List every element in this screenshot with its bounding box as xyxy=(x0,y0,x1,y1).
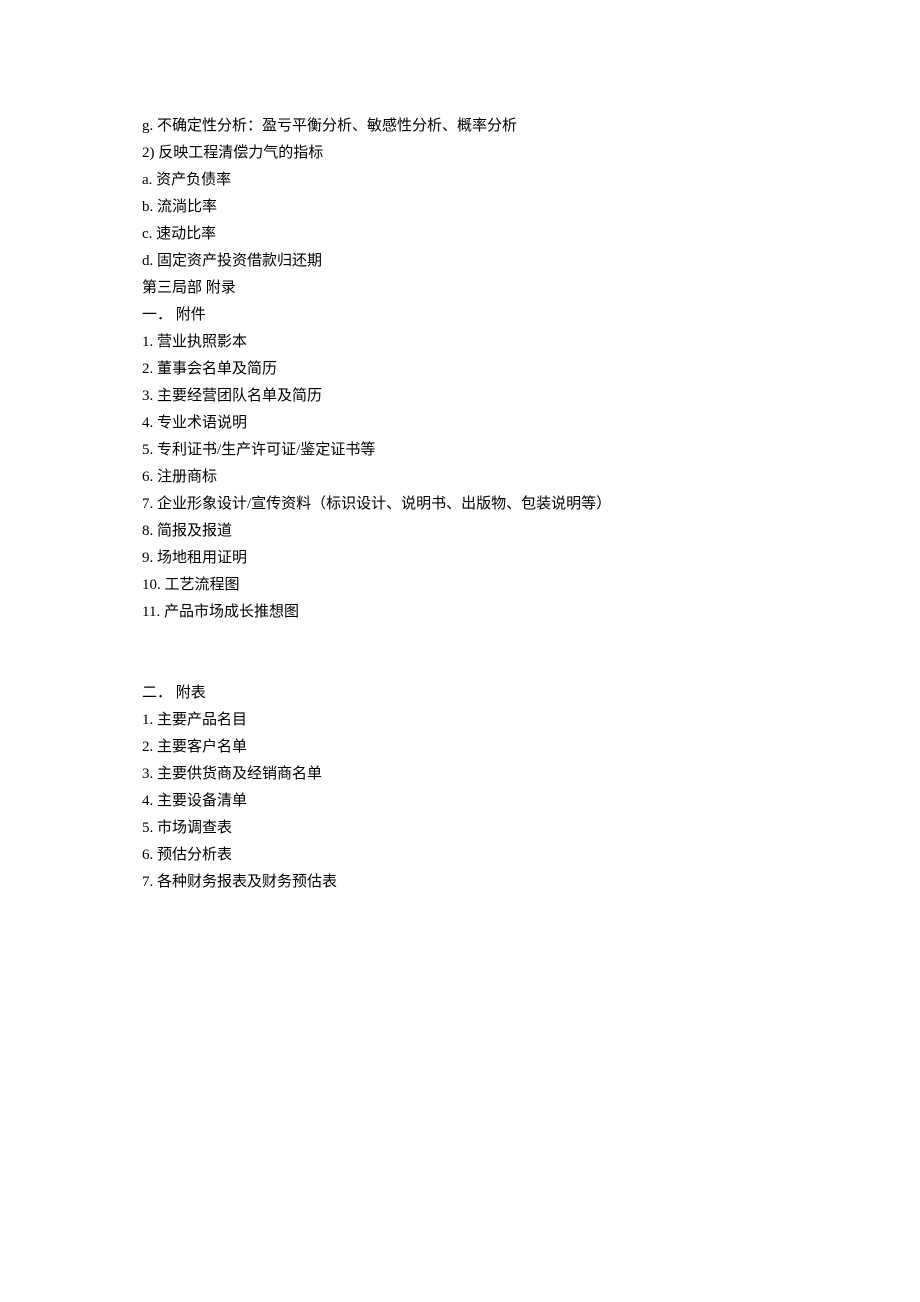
text-line: c. 速动比率 xyxy=(142,221,920,248)
section-heading: 第三局部 附录 xyxy=(142,275,920,302)
subsection-heading: 一． 附件 xyxy=(142,302,920,329)
list-item: 6. 预估分析表 xyxy=(142,842,920,869)
list-item: 1. 主要产品名目 xyxy=(142,707,920,734)
list-item: 7. 企业形象设计/宣传资料（标识设计、说明书、出版物、包装说明等） xyxy=(142,491,920,518)
list-item: 3. 主要经营团队名单及简历 xyxy=(142,383,920,410)
list-item: 10. 工艺流程图 xyxy=(142,572,920,599)
list-item: 11. 产品市场成长推想图 xyxy=(142,599,920,626)
text-line: g. 不确定性分析：盈亏平衡分析、敏感性分析、概率分析 xyxy=(142,113,920,140)
list-item: 3. 主要供货商及经销商名单 xyxy=(142,761,920,788)
list-item: 1. 营业执照影本 xyxy=(142,329,920,356)
blank-spacer xyxy=(142,626,920,680)
list-item: 8. 简报及报道 xyxy=(142,518,920,545)
list-item: 7. 各种财务报表及财务预估表 xyxy=(142,869,920,896)
list-item: 2. 主要客户名单 xyxy=(142,734,920,761)
subsection-heading: 二． 附表 xyxy=(142,680,920,707)
text-line: a. 资产负债率 xyxy=(142,167,920,194)
list-item: 5. 专利证书/生产许可证/鉴定证书等 xyxy=(142,437,920,464)
list-item: 9. 场地租用证明 xyxy=(142,545,920,572)
list-item: 6. 注册商标 xyxy=(142,464,920,491)
text-line: b. 流淌比率 xyxy=(142,194,920,221)
list-item: 5. 市场调查表 xyxy=(142,815,920,842)
list-item: 4. 专业术语说明 xyxy=(142,410,920,437)
list-item: 4. 主要设备清单 xyxy=(142,788,920,815)
list-item: 2. 董事会名单及简历 xyxy=(142,356,920,383)
text-line: 2) 反映工程清偿力气的指标 xyxy=(142,140,920,167)
text-line: d. 固定资产投资借款归还期 xyxy=(142,248,920,275)
